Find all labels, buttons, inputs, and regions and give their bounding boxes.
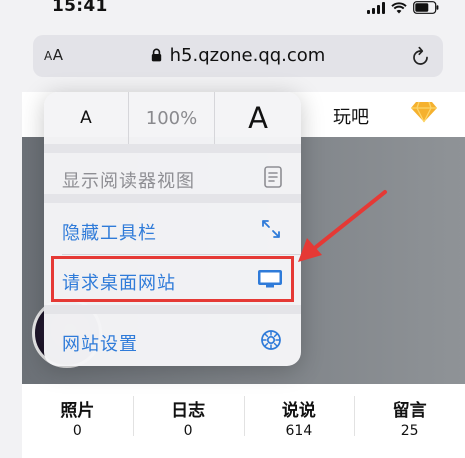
annotation-arrow-icon (298, 190, 387, 262)
